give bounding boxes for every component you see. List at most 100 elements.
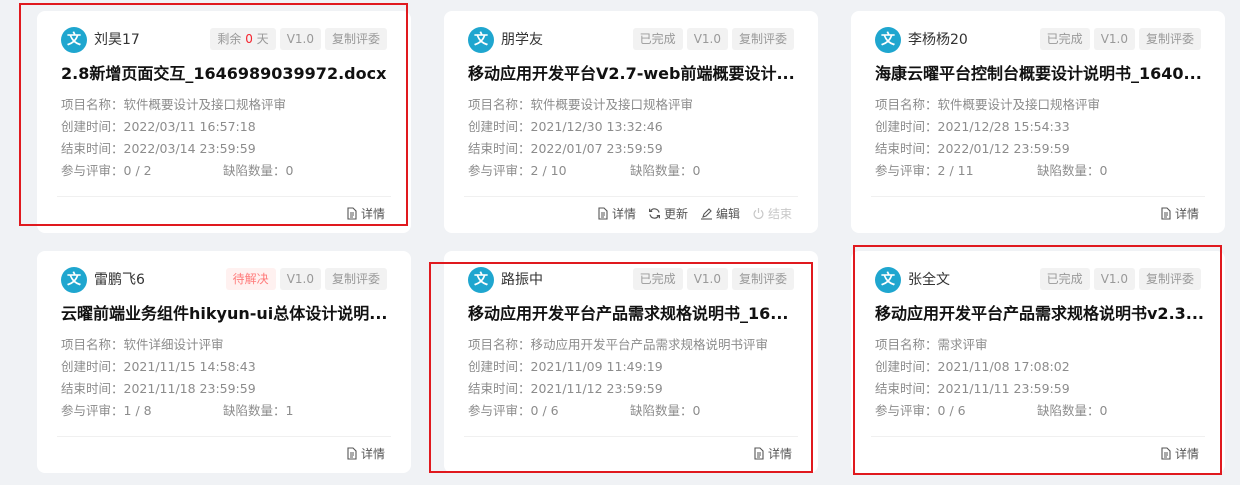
card-header: 文 刘昊17 剩余 0 天 V1.0 复制评委 [61, 27, 387, 53]
copy-reviewers-button[interactable]: 复制评委 [324, 28, 387, 50]
review-card[interactable]: 文 李杨杨20 已完成 V1.0 复制评委 海康云曜平台控制台概要设计说明书_1… [851, 11, 1225, 233]
card-header: 文 李杨杨20 已完成 V1.0 复制评委 [875, 27, 1201, 53]
user-name: 张全文 [908, 272, 950, 288]
card-title[interactable]: 移动应用开发平台V2.7-web前端概要设计... [468, 63, 798, 85]
card-tags: 待解决 V1.0 复制评委 [225, 268, 387, 290]
project-name-row: 项目名称：需求评审 [875, 337, 988, 352]
card-tags: 已完成 V1.0 复制评委 [1039, 28, 1201, 50]
status-badge: 已完成 [632, 268, 683, 290]
divider [871, 436, 1205, 437]
project-name-row: 项目名称：移动应用开发平台产品需求规格说明书评审 [468, 337, 769, 352]
detail-button[interactable]: 详情 [597, 205, 636, 222]
review-card[interactable]: 文 张全文 已完成 V1.0 复制评委 移动应用开发平台产品需求规格说明书v2.… [851, 251, 1225, 473]
review-card[interactable]: 文 雷鹏飞6 待解决 V1.0 复制评委 云曜前端业务组件hikyun-ui总体… [37, 251, 411, 473]
divider [871, 196, 1205, 197]
status-badge: 待解决 [225, 268, 276, 290]
card-actions: 详情 更新 编辑 结束 [597, 205, 792, 222]
review-card[interactable]: 文 路振中 已完成 V1.0 复制评委 移动应用开发平台产品需求规格说明书_16… [444, 251, 818, 473]
divider [464, 196, 798, 197]
card-header: 文 张全文 已完成 V1.0 复制评委 [875, 267, 1201, 293]
user-name: 朋学友 [501, 32, 543, 48]
user-name: 李杨杨20 [908, 32, 968, 48]
review-card[interactable]: 文 朋学友 已完成 V1.0 复制评委 移动应用开发平台V2.7-web前端概要… [444, 11, 818, 233]
document-icon [1161, 447, 1171, 460]
copy-reviewers-button[interactable]: 复制评委 [1138, 268, 1201, 290]
document-icon [754, 447, 764, 460]
card-actions: 详情 [753, 445, 792, 462]
end-time-row: 结束时间：2022/01/12 23:59:59 [875, 141, 1070, 156]
copy-reviewers-button[interactable]: 复制评委 [731, 268, 794, 290]
edit-button[interactable]: 编辑 [700, 205, 740, 222]
document-icon [1161, 207, 1171, 220]
defect-count-row: 缺陷数量：0 [630, 163, 701, 178]
avatar: 文 [468, 27, 494, 53]
defect-count-row: 缺陷数量：0 [630, 403, 701, 418]
copy-reviewers-button[interactable]: 复制评委 [1138, 28, 1201, 50]
divider [57, 196, 391, 197]
finish-button: 结束 [752, 205, 792, 222]
card-actions: 详情 [1160, 205, 1199, 222]
card-title[interactable]: 2.8新增页面交互_1646989039972.docx [61, 63, 391, 85]
card-header: 文 朋学友 已完成 V1.0 复制评委 [468, 27, 794, 53]
detail-button[interactable]: 详情 [346, 205, 385, 222]
detail-label: 详情 [611, 207, 636, 221]
participants-row: 参与评审：0 / 6 [468, 403, 559, 418]
review-card[interactable]: 文 刘昊17 剩余 0 天 V1.0 复制评委 2.8新增页面交互_164698… [37, 11, 411, 233]
detail-button[interactable]: 详情 [1160, 445, 1199, 462]
edit-label: 编辑 [715, 207, 740, 221]
card-header: 文 路振中 已完成 V1.0 复制评委 [468, 267, 794, 293]
end-time-row: 结束时间：2022/03/14 23:59:59 [61, 141, 256, 156]
power-icon [753, 208, 764, 219]
version-tag: V1.0 [279, 28, 321, 50]
status-badge: 已完成 [632, 28, 683, 50]
end-time-row: 结束时间：2022/01/07 23:59:59 [468, 141, 663, 156]
avatar: 文 [875, 267, 901, 293]
avatar: 文 [61, 27, 87, 53]
card-actions: 详情 [346, 205, 385, 222]
detail-button[interactable]: 详情 [753, 445, 792, 462]
created-time-row: 创建时间：2021/11/15 14:58:43 [61, 359, 256, 374]
created-time-row: 创建时间：2021/12/28 15:54:33 [875, 119, 1070, 134]
project-name-row: 项目名称：软件概要设计及接口规格评审 [875, 97, 1101, 112]
remaining-days-value: 0 [245, 32, 253, 46]
status-badge: 已完成 [1039, 28, 1090, 50]
update-label: 更新 [663, 207, 688, 221]
card-actions: 详情 [346, 445, 385, 462]
card-tags: 已完成 V1.0 复制评委 [632, 268, 794, 290]
document-icon [347, 447, 357, 460]
defect-count-row: 缺陷数量：0 [223, 163, 294, 178]
user-name: 雷鹏飞6 [94, 272, 145, 288]
copy-reviewers-button[interactable]: 复制评委 [324, 268, 387, 290]
copy-reviewers-button[interactable]: 复制评委 [731, 28, 794, 50]
detail-label: 详情 [360, 447, 385, 461]
card-title[interactable]: 云曜前端业务组件hikyun-ui总体设计说明... [61, 303, 391, 325]
version-tag: V1.0 [1093, 28, 1135, 50]
end-time-row: 结束时间：2021/11/18 23:59:59 [61, 381, 256, 396]
defect-count-row: 缺陷数量：0 [1037, 403, 1108, 418]
pencil-icon [700, 208, 712, 220]
card-title[interactable]: 移动应用开发平台产品需求规格说明书v2.3... [875, 303, 1205, 325]
card-title[interactable]: 移动应用开发平台产品需求规格说明书_16... [468, 303, 798, 325]
document-icon [598, 207, 608, 220]
detail-button[interactable]: 详情 [1160, 205, 1199, 222]
card-header: 文 雷鹏飞6 待解决 V1.0 复制评委 [61, 267, 387, 293]
avatar: 文 [468, 267, 494, 293]
detail-button[interactable]: 详情 [346, 445, 385, 462]
version-tag: V1.0 [1093, 268, 1135, 290]
user-name: 刘昊17 [94, 32, 140, 48]
update-button[interactable]: 更新 [648, 205, 688, 222]
card-tags: 已完成 V1.0 复制评委 [632, 28, 794, 50]
card-title[interactable]: 海康云曜平台控制台概要设计说明书_1640... [875, 63, 1205, 85]
divider [57, 436, 391, 437]
avatar: 文 [875, 27, 901, 53]
participants-row: 参与评审：1 / 8 [61, 403, 152, 418]
participants-row: 参与评审：2 / 10 [468, 163, 567, 178]
project-name-row: 项目名称：软件概要设计及接口规格评审 [468, 97, 694, 112]
version-tag: V1.0 [279, 268, 321, 290]
defect-count-row: 缺陷数量：0 [1037, 163, 1108, 178]
version-tag: V1.0 [686, 28, 728, 50]
detail-label: 详情 [767, 447, 792, 461]
created-time-row: 创建时间：2021/11/08 17:08:02 [875, 359, 1070, 374]
defect-count-row: 缺陷数量：1 [223, 403, 294, 418]
end-time-row: 结束时间：2021/11/12 23:59:59 [468, 381, 663, 396]
